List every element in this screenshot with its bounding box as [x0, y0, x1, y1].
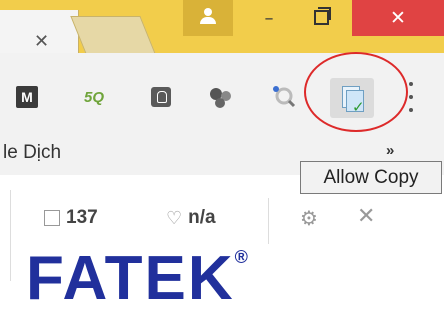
user-icon-body	[200, 17, 216, 24]
user-icon	[204, 8, 212, 16]
close-window-button[interactable]: ✕	[352, 0, 444, 36]
fatek-logo: FATEK®	[26, 248, 250, 310]
bookmark-item[interactable]: le Dịch	[3, 142, 61, 164]
browser-tab[interactable]: ✕	[0, 10, 79, 53]
registered-mark: ®	[234, 247, 250, 267]
heartbeat-icon: ♡	[166, 207, 183, 229]
restore-button[interactable]	[296, 0, 344, 36]
edit-count: 137	[44, 207, 98, 229]
tab-close-icon[interactable]: ✕	[34, 31, 49, 52]
menu-dots-icon[interactable]	[405, 82, 417, 112]
logo-text: FATEK	[26, 244, 235, 313]
highlight-circle	[304, 52, 408, 132]
content-divider	[10, 190, 11, 281]
gear-icon[interactable]: ⚙	[300, 206, 318, 230]
bookmarks-overflow-icon[interactable]: »	[386, 142, 394, 159]
gmail-extension-button[interactable]: M	[12, 84, 42, 110]
profile-button[interactable]	[183, 0, 233, 36]
edit-count-value: 137	[66, 207, 98, 228]
minimize-button[interactable]: –	[248, 0, 290, 36]
5q-extension-button[interactable]: 5Q	[76, 84, 112, 110]
edit-icon	[44, 210, 60, 226]
allow-copy-tooltip: Allow Copy	[300, 161, 442, 194]
molecule-icon	[210, 88, 231, 108]
health-status: ♡ n/a	[166, 207, 216, 229]
stats-divider	[268, 198, 269, 244]
molecule-extension-button[interactable]	[204, 84, 238, 110]
m-icon: M	[16, 86, 38, 108]
health-value: n/a	[188, 207, 216, 228]
bulb-extension-button[interactable]	[148, 84, 174, 110]
restore-icon	[314, 10, 329, 25]
close-icon[interactable]: ✕	[357, 204, 375, 229]
search-extension-button[interactable]	[268, 84, 302, 110]
magnifier-icon	[273, 86, 296, 108]
bulb-icon	[151, 87, 171, 107]
new-tab-button[interactable]	[70, 16, 156, 54]
